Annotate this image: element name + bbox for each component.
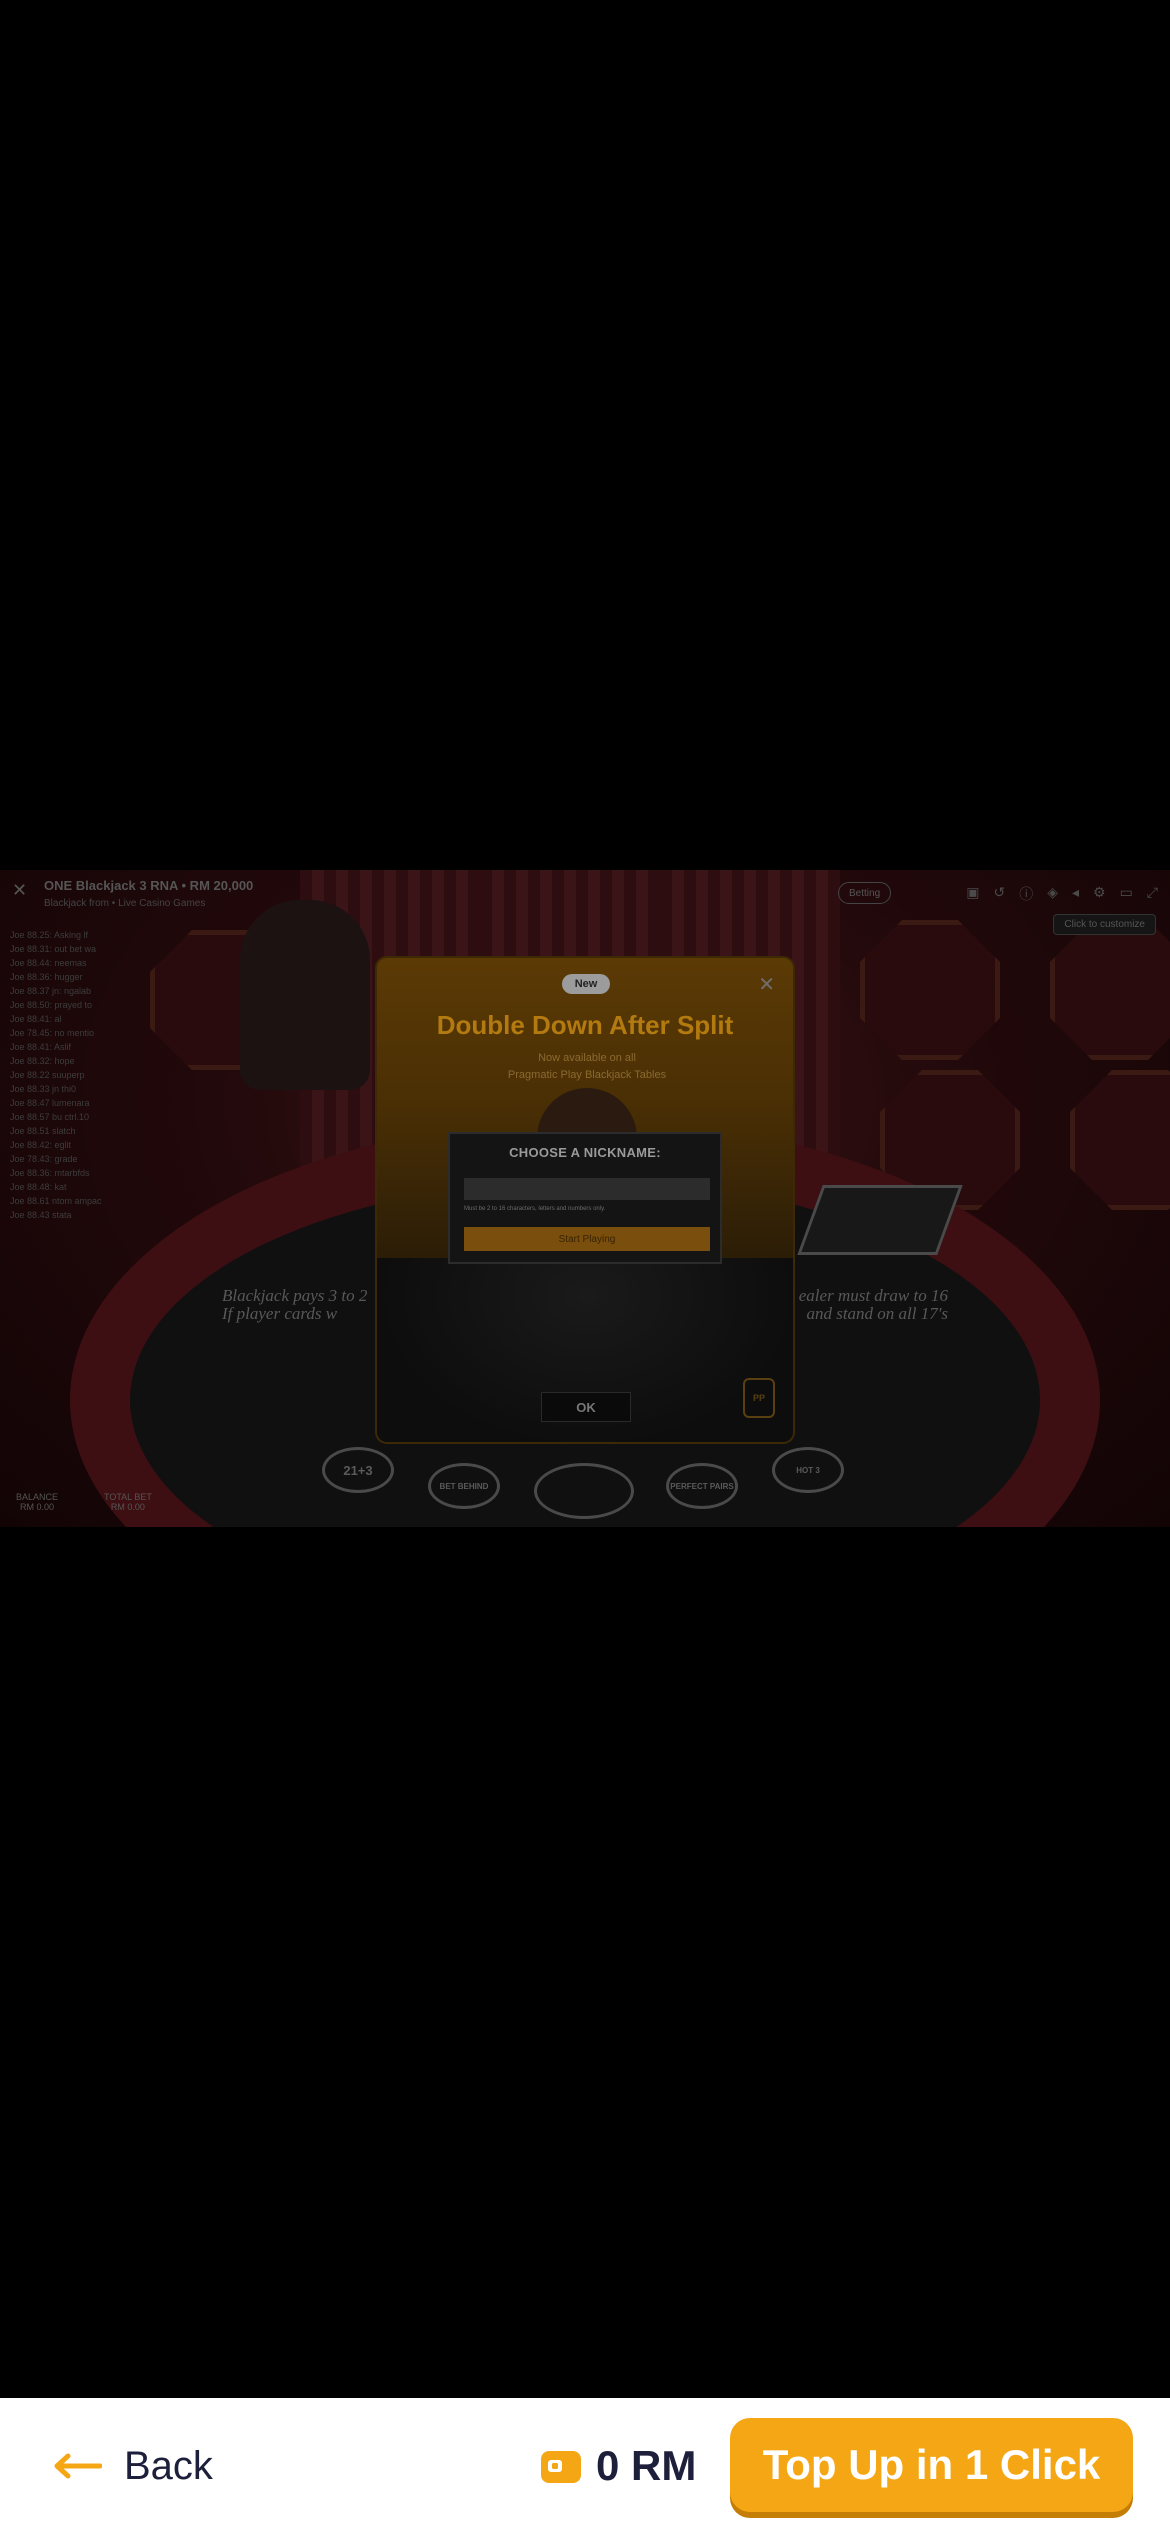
nickname-dialog: CHOOSE A NICKNAME: Must be 2 to 16 chara… bbox=[448, 1132, 722, 1264]
stats-icon[interactable]: ◈ bbox=[1047, 884, 1058, 904]
chat-line: Joe 88.22 suuperp bbox=[10, 1070, 85, 1080]
customize-hint: Click to customize bbox=[1053, 914, 1156, 935]
chat-history: Joe 88.25: Asking lf Joe 88.31: out bet … bbox=[10, 930, 120, 1224]
balance-readout: BALANCE RM 0.00 bbox=[16, 1492, 58, 1512]
wall-panel bbox=[1050, 920, 1170, 1060]
chat-line: Joe 88.36: mtarbfds bbox=[10, 1168, 90, 1178]
info-icon[interactable]: ⓘ bbox=[1019, 884, 1033, 904]
chat-line: Joe 88.48: kat bbox=[10, 1182, 67, 1192]
chat-line: Joe 88.43 stata bbox=[10, 1210, 72, 1220]
chat-line: Joe 88.61 ntom ampac bbox=[10, 1196, 102, 1206]
modal-description: Now available on all Pragmatic Play Blac… bbox=[417, 1050, 757, 1084]
fullscreen-icon[interactable]: ⤢ bbox=[1147, 884, 1158, 904]
arrow-left-icon bbox=[54, 2453, 102, 2479]
chat-line: Joe 88.42: eglit bbox=[10, 1140, 72, 1150]
total-bet-value: RM 0.00 bbox=[110, 1502, 145, 1512]
history-icon[interactable]: ↺ bbox=[993, 884, 1005, 904]
chat-line: Joe 88.51 slatch bbox=[10, 1126, 76, 1136]
game-top-bar: ✕ ONE Blackjack 3 RNA • RM 20,000 Blackj… bbox=[0, 870, 1170, 935]
chat-line: Joe 88.37 jn: ngalab bbox=[10, 986, 92, 996]
video-icon[interactable]: ▭ bbox=[1120, 884, 1133, 904]
card-shoe bbox=[797, 1185, 963, 1255]
chat-icon[interactable]: ▣ bbox=[966, 884, 979, 904]
balance-value: RM 0.00 bbox=[20, 1502, 55, 1512]
chat-line: Joe 88.36: hugger bbox=[10, 972, 83, 982]
chat-line: Joe 88.41: Aslif bbox=[10, 1042, 72, 1052]
back-button[interactable]: Back bbox=[52, 2442, 213, 2490]
pragmatic-logo-icon: PP bbox=[743, 1378, 775, 1418]
wall-panel bbox=[1070, 1070, 1170, 1210]
top-up-button[interactable]: Top Up in 1 Click bbox=[730, 2418, 1133, 2512]
ok-button[interactable]: OK bbox=[541, 1392, 631, 1422]
chat-line: Joe 88.33 jn thi0 bbox=[10, 1084, 77, 1094]
modal-title: Double Down After Split bbox=[436, 1010, 734, 1040]
chat-line: Joe 88.31: out bet wa bbox=[10, 944, 97, 954]
balance-label: BALANCE bbox=[16, 1492, 59, 1502]
modal-description-line: Pragmatic Play Blackjack Tables bbox=[507, 1069, 667, 1081]
nickname-title: CHOOSE A NICKNAME: bbox=[509, 1145, 661, 1160]
wallet-icon bbox=[541, 2451, 581, 2483]
total-bet-readout: TOTAL BET RM 0.00 bbox=[104, 1492, 152, 1512]
bet-spot-21-3[interactable]: 21+3 bbox=[322, 1447, 394, 1493]
bet-spot-perfect-pairs[interactable]: PERFECT PAIRS bbox=[666, 1463, 738, 1509]
bottom-bar: Back 0 RM Top Up in 1 Click bbox=[0, 2398, 1170, 2532]
back-label: Back bbox=[124, 2443, 213, 2488]
wallet-balance: 0 RM bbox=[540, 2442, 696, 2490]
total-bet-label: TOTAL BET bbox=[104, 1492, 152, 1502]
chat-line: Joe 88.47 lumenara bbox=[10, 1098, 90, 1108]
close-icon[interactable]: ✕ bbox=[12, 880, 27, 901]
settings-icon[interactable]: ⚙ bbox=[1093, 884, 1106, 904]
game-subtitle: Blackjack from • Live Casino Games bbox=[44, 898, 206, 909]
status-pill: Betting bbox=[838, 882, 892, 904]
bet-spot-hot-3[interactable]: HOT 3 bbox=[772, 1447, 844, 1493]
chip-selector[interactable] bbox=[534, 1463, 634, 1519]
start-playing-button[interactable]: Start Playing bbox=[464, 1227, 710, 1251]
chat-line: Joe 88.44: neemas bbox=[10, 958, 87, 968]
game-toolbar: ▣ ↺ ⓘ ◈ ◂ ⚙ ▭ ⤢ bbox=[966, 884, 1158, 904]
chat-line: Joe 78.43: grade bbox=[10, 1154, 78, 1164]
chat-line: Joe 88.32: hope bbox=[10, 1056, 75, 1066]
nickname-input[interactable] bbox=[464, 1178, 710, 1200]
close-icon[interactable]: ✕ bbox=[758, 972, 775, 997]
chat-line: Joe 88.25: Asking lf bbox=[10, 930, 89, 940]
chat-line: Joe 78.45: no mentio bbox=[10, 1028, 95, 1038]
chat-line: Joe 88.57 bu ctrl.10 bbox=[10, 1112, 90, 1122]
sound-icon[interactable]: ◂ bbox=[1072, 884, 1079, 904]
chat-line: Joe 88.50: prayed to bbox=[10, 1000, 93, 1010]
nickname-note: Must be 2 to 16 characters, letters and … bbox=[464, 1206, 606, 1212]
new-badge: New bbox=[562, 974, 610, 994]
game-title: ONE Blackjack 3 RNA • RM 20,000 bbox=[44, 878, 254, 893]
modal-description-line: Now available on all bbox=[538, 1052, 636, 1064]
dealer bbox=[240, 900, 370, 1090]
balance-amount: 0 RM bbox=[596, 2442, 697, 2489]
chat-line: Joe 88.41: al bbox=[10, 1014, 62, 1024]
bet-spot-bet-behind[interactable]: BET BEHIND bbox=[428, 1463, 500, 1509]
wall-panel bbox=[860, 920, 1000, 1060]
